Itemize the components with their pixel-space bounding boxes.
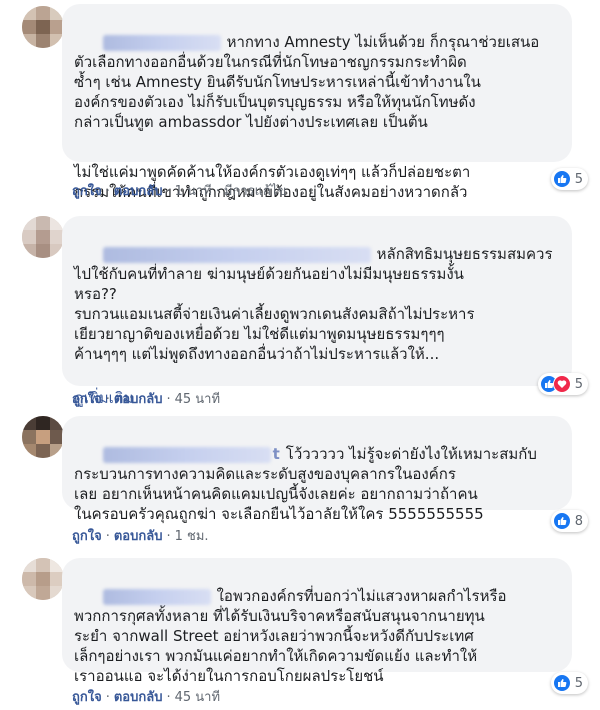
reaction-summary[interactable]: 5 [537, 373, 588, 395]
blurred-author-name[interactable] [102, 246, 371, 263]
timestamp[interactable]: 45 นาที [175, 690, 220, 705]
timestamp[interactable]: 1 ชม. [175, 529, 209, 544]
comment-1: หากทาง Amnesty ไม่เห็นด้วย ก็กรุณาช่วยเส… [0, 0, 600, 210]
comment-bubble: ใอพวกองค์กรที่บอกว่าไม่แสวงหาผลกำไรหรือ … [62, 558, 572, 685]
comment-text: หลักสิทธิมนุษยธรรมสมควร ไปใช้กับคนที่ทำล… [74, 245, 553, 363]
blurred-author-name[interactable] [102, 446, 271, 463]
reply-link[interactable]: ตอบกลับ [114, 184, 163, 199]
reaction-summary[interactable]: 5 [550, 672, 588, 694]
avatar[interactable] [22, 558, 64, 600]
comment-text: หากทาง Amnesty ไม่เห็นด้วย ก็กรุณาช่วยเส… [74, 33, 540, 201]
comment-actions: ถูกใจ · ตอบกลับ · 45 นาที [72, 392, 221, 407]
avatar[interactable] [22, 216, 64, 258]
comment-2: หลักสิทธิมนุษยธรรมสมควร ไปใช้กับคนที่ทำล… [0, 210, 600, 407]
reaction-summary[interactable]: 8 [550, 510, 588, 532]
edited-label[interactable]: มีการแก้ไข [224, 184, 286, 199]
reply-link[interactable]: ตอบกลับ [114, 690, 163, 705]
reaction-count: 8 [574, 513, 583, 529]
author-name-visible[interactable]: t [273, 445, 280, 463]
like-reaction-icon [552, 512, 571, 530]
comment-text: ใอพวกองค์กรที่บอกว่าไม่แสวงหาผลกำไรหรือ … [74, 587, 507, 685]
blurred-author-name[interactable] [102, 588, 211, 605]
reaction-count: 5 [574, 171, 583, 187]
like-link[interactable]: ถูกใจ [72, 392, 102, 407]
comment-actions: ถูกใจ · ตอบกลับ · 1 ชม. [72, 529, 209, 544]
love-reaction-icon [552, 375, 571, 393]
like-link[interactable]: ถูกใจ [72, 184, 102, 199]
reaction-summary[interactable]: 5 [550, 168, 588, 190]
like-reaction-icon [552, 674, 571, 692]
blurred-author-name[interactable] [102, 34, 221, 51]
reaction-count: 5 [574, 376, 583, 392]
reaction-count: 5 [574, 675, 583, 691]
comment-actions: ถูกใจ · ตอบกลับ · 1 นาที · มีการแก้ไข [72, 184, 287, 199]
comment-bubble: หลักสิทธิมนุษยธรรมสมควร ไปใช้กับคนที่ทำล… [62, 216, 572, 407]
timestamp[interactable]: 1 นาที [175, 184, 212, 199]
timestamp[interactable]: 45 นาที [175, 392, 220, 407]
avatar[interactable] [22, 6, 64, 48]
reply-link[interactable]: ตอบกลับ [114, 392, 163, 407]
like-link[interactable]: ถูกใจ [72, 690, 102, 705]
comment-4: ใอพวกองค์กรที่บอกว่าไม่แสวงหาผลกำไรหรือ … [0, 552, 600, 710]
like-reaction-icon [552, 170, 571, 188]
comment-bubble: t โว้ววววว ไม่รู้จะด่ายังไงให้เหมาะสมกับ … [62, 416, 572, 523]
comment-actions: ถูกใจ · ตอบกลับ · 45 นาที [72, 690, 221, 705]
like-link[interactable]: ถูกใจ [72, 529, 102, 544]
comment-3: t โว้ววววว ไม่รู้จะด่ายังไงให้เหมาะสมกับ … [0, 410, 600, 545]
comment-bubble: หากทาง Amnesty ไม่เห็นด้วย ก็กรุณาช่วยเส… [62, 4, 572, 201]
reply-link[interactable]: ตอบกลับ [114, 529, 163, 544]
avatar[interactable] [22, 416, 64, 458]
